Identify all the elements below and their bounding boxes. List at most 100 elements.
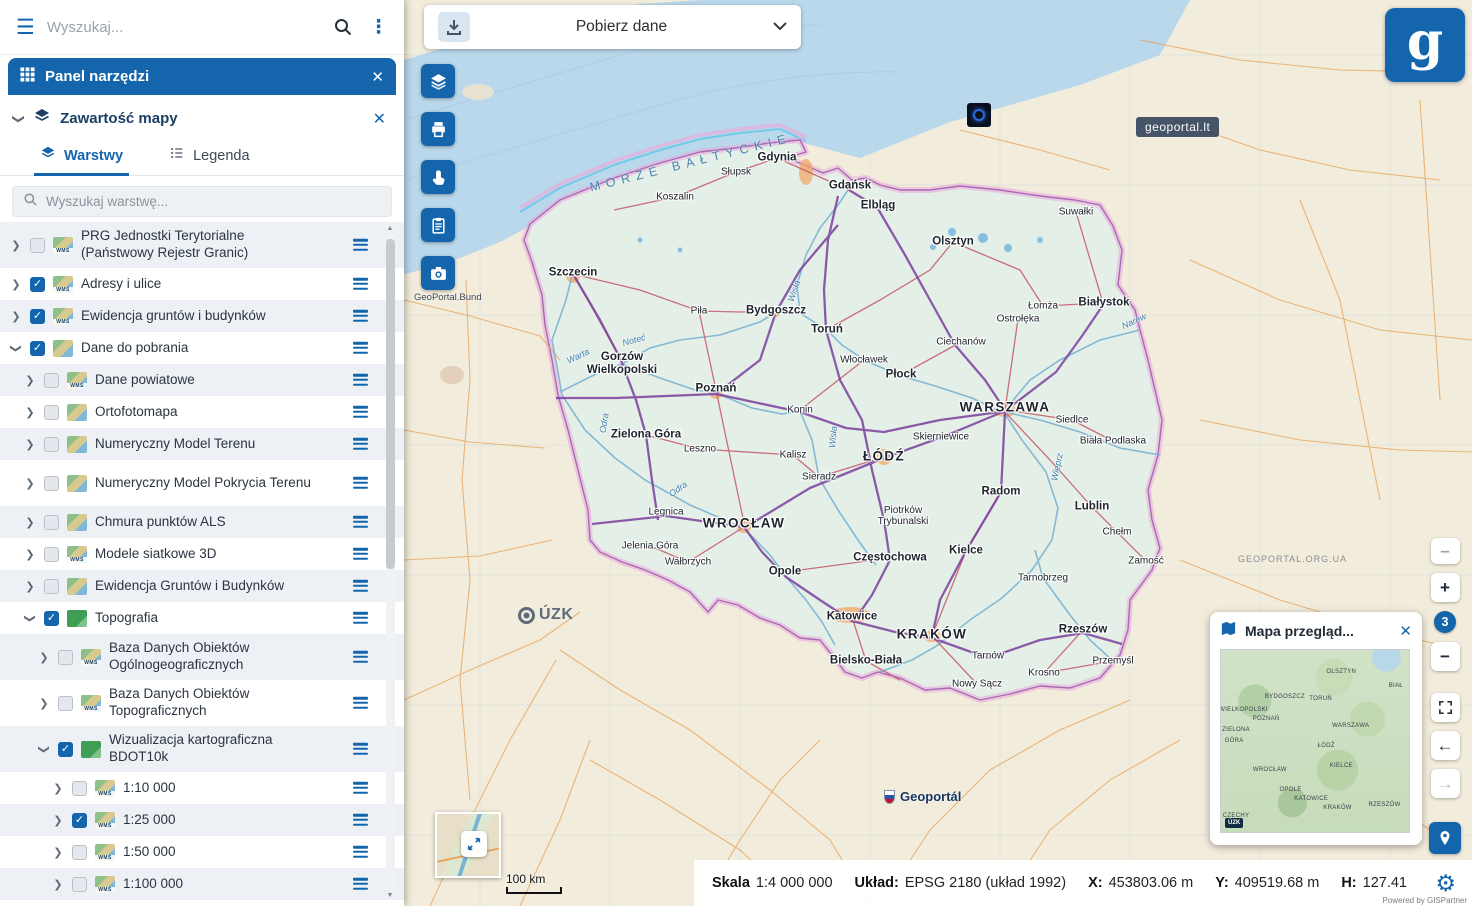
expand-icon[interactable]: ❯: [52, 814, 64, 827]
map-contents-close-button[interactable]: ✕: [373, 109, 386, 129]
layer-menu-icon[interactable]: [353, 578, 368, 594]
collapse-icon[interactable]: ❯: [12, 113, 26, 123]
layer-menu-icon[interactable]: [353, 876, 368, 892]
layer-menu-icon[interactable]: [353, 475, 368, 491]
layer-checkbox[interactable]: [72, 877, 87, 892]
layer-row[interactable]: ❯✓WMSAdresy i ulice: [0, 268, 404, 300]
layer-row[interactable]: ❯Ortofotomapa: [0, 396, 404, 428]
kebab-menu-icon[interactable]: ⋮: [365, 16, 392, 39]
print-tool-button[interactable]: [421, 112, 455, 146]
layer-row[interactable]: ❯✓Dane do pobrania: [0, 332, 404, 364]
zoom-out-button[interactable]: −: [1431, 642, 1460, 671]
scrollbar-thumb[interactable]: [386, 239, 395, 569]
expand-icon[interactable]: ❯: [24, 516, 36, 529]
expand-icon[interactable]: ❯: [52, 782, 64, 795]
layer-checkbox[interactable]: [44, 437, 59, 452]
tab-warstwy[interactable]: Warstwy: [34, 145, 129, 175]
screenshot-tool-button[interactable]: [421, 256, 455, 290]
layer-menu-icon[interactable]: [353, 404, 368, 420]
history-forward-button[interactable]: →: [1431, 769, 1460, 798]
layer-checkbox[interactable]: [44, 373, 59, 388]
layer-row[interactable]: ❯WMS1:10 000: [0, 772, 404, 804]
scroll-up-arrow[interactable]: ▲: [387, 224, 394, 234]
expand-icon[interactable]: ❯: [24, 580, 36, 593]
expand-icon[interactable]: ❯: [10, 310, 22, 323]
layer-row[interactable]: ❯WMSPRG Jednostki Terytorialne (Państwow…: [0, 222, 404, 268]
chevron-down-icon[interactable]: [773, 18, 787, 36]
expand-icon[interactable]: ❯: [38, 651, 50, 664]
layer-checkbox[interactable]: [58, 696, 73, 711]
layers-tool-button[interactable]: [421, 64, 455, 98]
layer-checkbox[interactable]: ✓: [72, 813, 87, 828]
layer-checkbox[interactable]: ✓: [58, 742, 73, 757]
layer-menu-icon[interactable]: [353, 436, 368, 452]
layer-menu-icon[interactable]: [353, 276, 368, 292]
settings-gear-icon[interactable]: ⚙: [1435, 872, 1456, 895]
layer-checkbox[interactable]: [30, 238, 45, 253]
search-icon[interactable]: [333, 17, 353, 37]
layer-row[interactable]: ❯✓Wizualizacja kartograficzna BDOT10k: [0, 726, 404, 772]
layer-menu-icon[interactable]: [353, 308, 368, 324]
layer-row[interactable]: ❯✓WMSEwidencja gruntów i budynków: [0, 300, 404, 332]
layer-row[interactable]: ❯WMS1:100 000: [0, 868, 404, 900]
layer-checkbox[interactable]: ✓: [30, 341, 45, 356]
layer-menu-icon[interactable]: [353, 372, 368, 388]
layer-checkbox[interactable]: [44, 547, 59, 562]
layer-checkbox[interactable]: [44, 515, 59, 530]
expand-icon[interactable]: ❯: [52, 846, 64, 859]
layer-checkbox[interactable]: ✓: [44, 611, 59, 626]
overview-map-toggle-button[interactable]: [1429, 822, 1461, 854]
layer-menu-icon[interactable]: [353, 610, 368, 626]
zoom-in-button[interactable]: +: [1431, 573, 1460, 602]
layer-row[interactable]: ❯WMSBaza Danych Obiektów Ogólnogeografic…: [0, 634, 404, 680]
layer-checkbox[interactable]: [44, 476, 59, 491]
layer-row[interactable]: ❯✓Topografia: [0, 602, 404, 634]
layer-menu-icon[interactable]: [353, 649, 368, 665]
layer-row[interactable]: ❯WMS: [0, 900, 404, 906]
layer-menu-icon[interactable]: [353, 695, 368, 711]
layer-checkbox[interactable]: [72, 845, 87, 860]
collapse-icon[interactable]: ❯: [38, 743, 51, 755]
collapse-icon[interactable]: ❯: [10, 342, 23, 354]
expand-icon[interactable]: ❯: [38, 697, 50, 710]
layer-row[interactable]: ❯WMSBaza Danych Obiektów Topograficznych: [0, 680, 404, 726]
layer-row[interactable]: ❯Ewidencja Gruntów i Budynków: [0, 570, 404, 602]
main-menu-icon[interactable]: ☰: [16, 17, 35, 38]
expand-icon[interactable]: ❯: [24, 477, 36, 490]
layer-checkbox[interactable]: ✓: [30, 277, 45, 292]
scroll-down-arrow[interactable]: ▼: [387, 891, 394, 901]
layer-menu-icon[interactable]: [353, 237, 368, 253]
layer-checkbox[interactable]: ✓: [30, 309, 45, 324]
layer-checkbox[interactable]: [44, 579, 59, 594]
overview-close-button[interactable]: ✕: [1399, 622, 1412, 640]
locator-expand-button[interactable]: [461, 831, 487, 857]
layer-menu-icon[interactable]: [353, 780, 368, 796]
download-data-bar[interactable]: Pobierz dane: [424, 5, 801, 49]
layer-row[interactable]: ❯Numeryczny Model Terenu: [0, 428, 404, 460]
panel-scrollbar[interactable]: ▲ ▼: [385, 224, 395, 901]
layer-checkbox[interactable]: [44, 405, 59, 420]
expand-icon[interactable]: ❯: [24, 406, 36, 419]
history-back-button[interactable]: ←: [1431, 731, 1460, 760]
geoportal-logo-button[interactable]: g: [1385, 8, 1465, 82]
overview-minimap[interactable]: ÚZK OLSZTYNBIAŁBYDGOSZCZTORUŃWIELKOPOLSK…: [1220, 649, 1410, 833]
layer-row[interactable]: ❯WMS1:50 000: [0, 836, 404, 868]
layer-row[interactable]: ❯Chmura punktów ALS: [0, 506, 404, 538]
expand-icon[interactable]: ❯: [24, 548, 36, 561]
touch-tool-button[interactable]: [421, 160, 455, 194]
layer-search-input[interactable]: [46, 194, 381, 209]
expand-icon[interactable]: ❯: [24, 438, 36, 451]
layer-row[interactable]: ❯WMSModele siatkowe 3D: [0, 538, 404, 570]
fullscreen-button[interactable]: [1431, 693, 1460, 722]
expand-icon[interactable]: ❯: [10, 278, 22, 291]
expand-icon[interactable]: ❯: [10, 239, 22, 252]
layer-menu-icon[interactable]: [353, 844, 368, 860]
layer-menu-icon[interactable]: [353, 514, 368, 530]
layer-menu-icon[interactable]: [353, 340, 368, 356]
report-tool-button[interactable]: [421, 208, 455, 242]
layer-row[interactable]: ❯✓WMS1:25 000: [0, 804, 404, 836]
layer-menu-icon[interactable]: [353, 546, 368, 562]
collapse-icon[interactable]: ❯: [24, 612, 37, 624]
layer-menu-icon[interactable]: [353, 812, 368, 828]
expand-icon[interactable]: ❯: [52, 878, 64, 891]
